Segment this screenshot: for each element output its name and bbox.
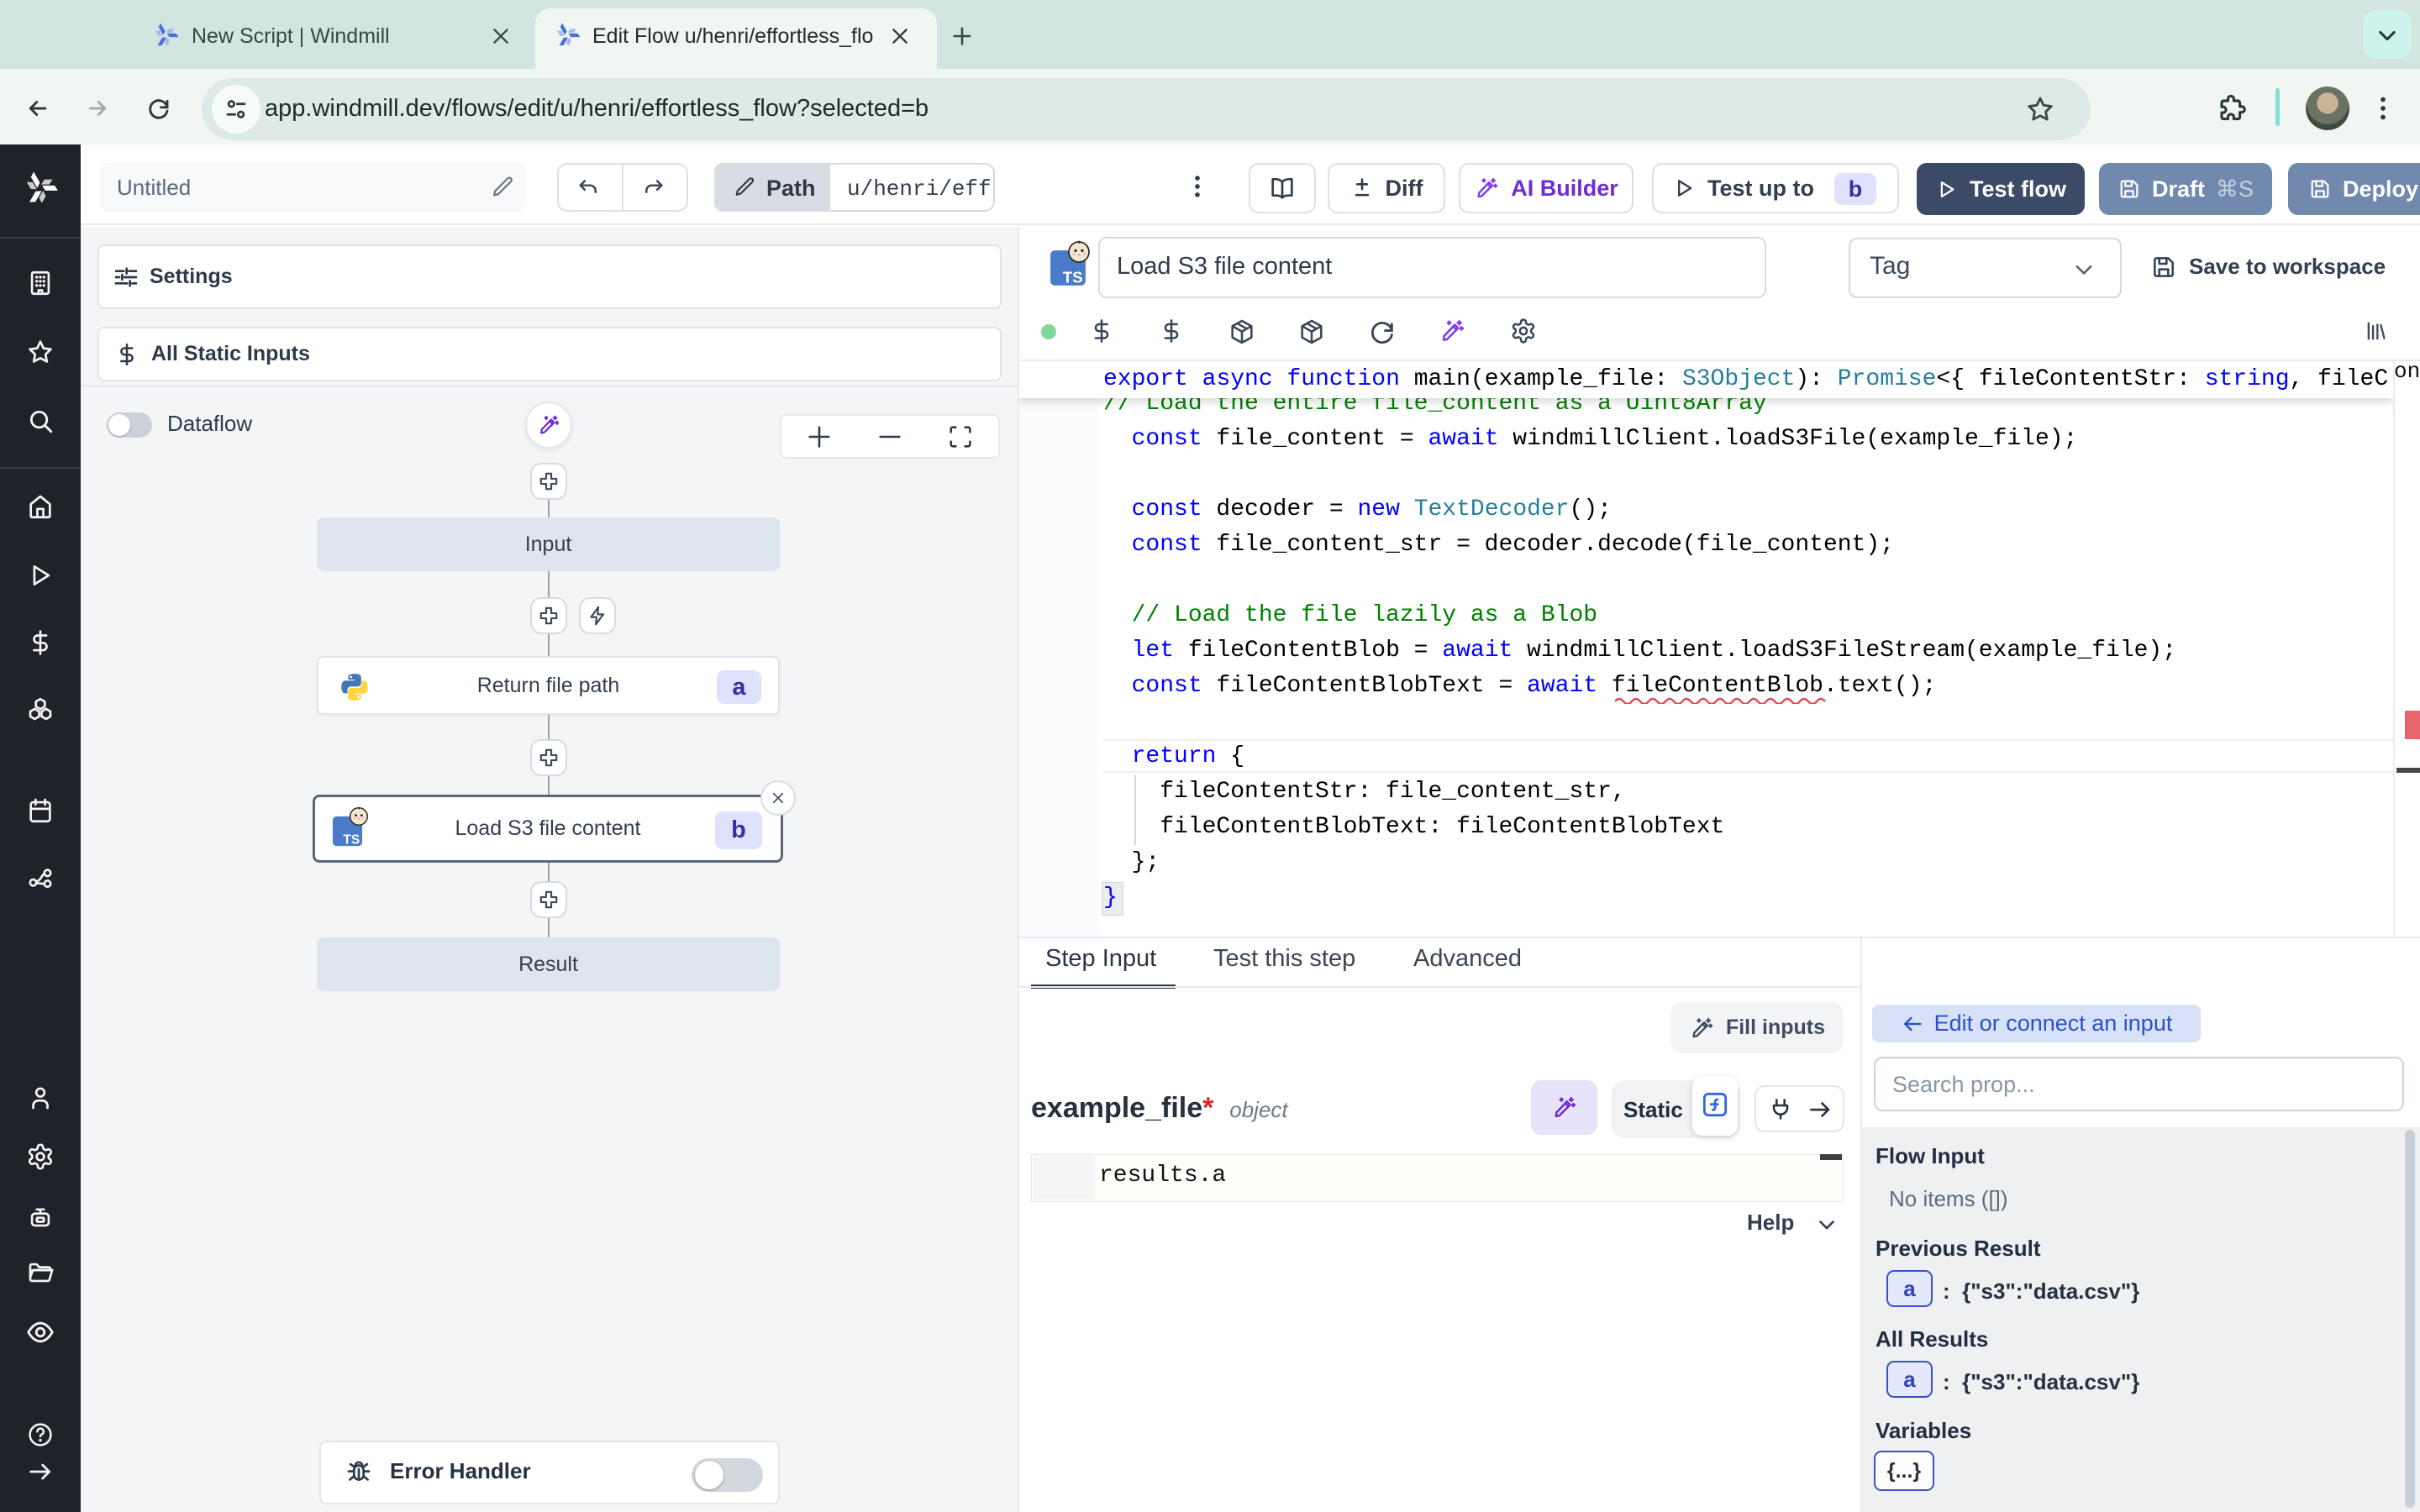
svg-text:TS: TS <box>343 832 360 847</box>
svg-text:TS: TS <box>1063 269 1083 286</box>
